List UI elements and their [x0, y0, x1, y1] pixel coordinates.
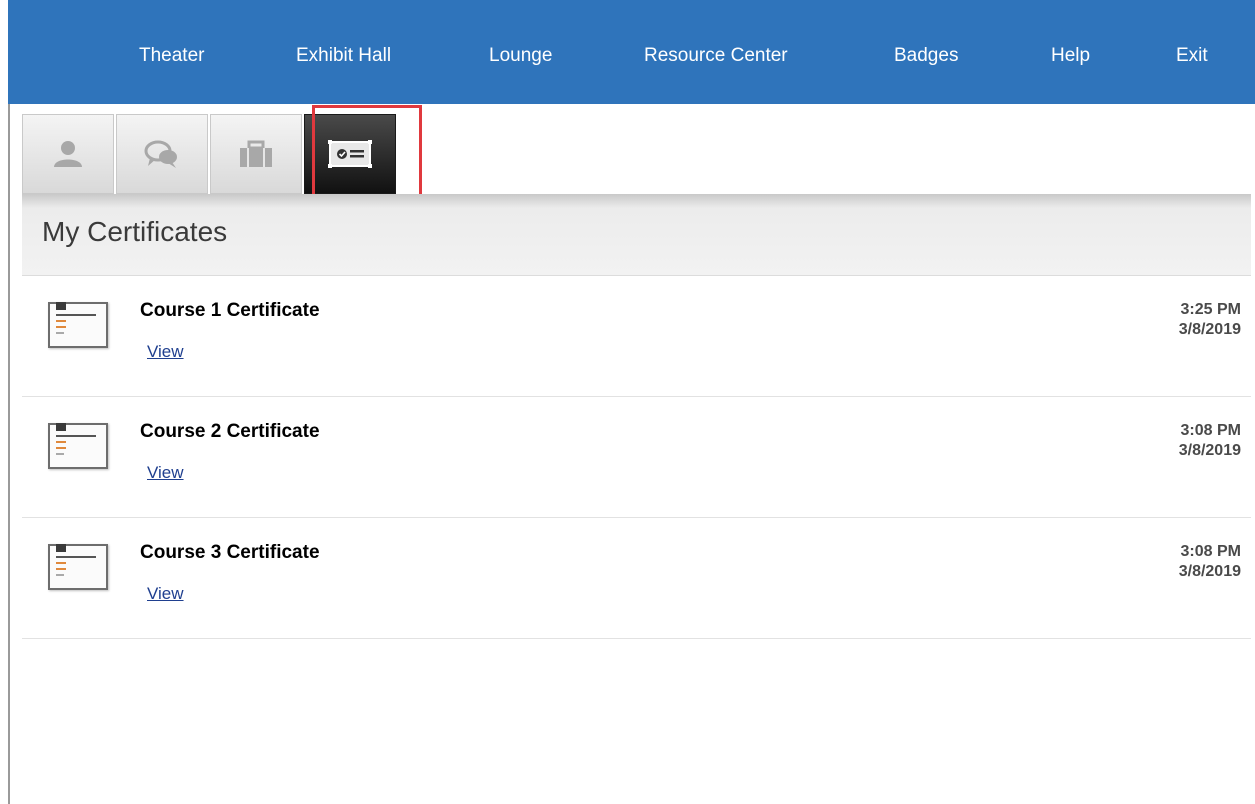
certificate-date: 3/8/2019 — [1178, 563, 1241, 580]
nav-lounge[interactable]: Lounge — [489, 45, 552, 67]
certificate-title: Course 3 Certificate — [140, 542, 320, 563]
view-link[interactable]: View — [147, 342, 184, 362]
nav-help[interactable]: Help — [1051, 45, 1090, 67]
page-title: My Certificates — [42, 216, 228, 247]
list-item: Course 1 Certificate View 3:25 PM 3/8/20… — [22, 276, 1251, 397]
certificate-date: 3/8/2019 — [1178, 442, 1241, 459]
certificate-time: 3:25 PM — [1180, 301, 1241, 318]
certificate-timestamp: 3:08 PM 3/8/2019 — [1179, 542, 1241, 582]
certificate-thumbnail-icon — [48, 302, 108, 348]
view-link[interactable]: View — [147, 584, 184, 604]
tab-chat[interactable] — [116, 114, 208, 194]
certificate-date: 3/8/2019 — [1178, 321, 1241, 338]
list-item: Course 3 Certificate View 3:08 PM 3/8/20… — [22, 518, 1251, 639]
certificate-thumbnail-icon — [48, 544, 108, 590]
tab-briefcase[interactable] — [210, 114, 302, 194]
top-navigation-bar: Theater Exhibit Hall Lounge Resource Cen… — [8, 0, 1255, 104]
section-header: My Certificates — [22, 194, 1251, 276]
nav-theater[interactable]: Theater — [139, 45, 204, 67]
list-item: Course 2 Certificate View 3:08 PM 3/8/20… — [22, 397, 1251, 518]
certificate-timestamp: 3:08 PM 3/8/2019 — [1179, 421, 1241, 461]
nav-exit[interactable]: Exit — [1176, 45, 1208, 67]
certificate-list: Course 1 Certificate View 3:25 PM 3/8/20… — [22, 276, 1251, 639]
certificate-time: 3:08 PM — [1180, 422, 1241, 439]
nav-exhibit-hall[interactable]: Exhibit Hall — [296, 45, 391, 67]
main-panel: My Certificates Course 1 Certificate Vie… — [8, 104, 1255, 804]
icon-tab-strip — [22, 105, 1251, 202]
certificate-title: Course 2 Certificate — [140, 421, 320, 442]
view-link[interactable]: View — [147, 463, 184, 483]
tab-profile[interactable] — [22, 114, 114, 194]
tab-certificates[interactable] — [304, 114, 396, 194]
briefcase-icon — [240, 140, 272, 167]
chat-bubbles-icon — [144, 140, 177, 168]
certificate-time: 3:08 PM — [1180, 543, 1241, 560]
user-profile-icon — [54, 141, 82, 167]
certificate-icon — [328, 140, 372, 168]
certificate-thumbnail-icon — [48, 423, 108, 469]
certificate-title: Course 1 Certificate — [140, 300, 320, 321]
nav-badges[interactable]: Badges — [894, 45, 958, 67]
certificate-timestamp: 3:25 PM 3/8/2019 — [1179, 300, 1241, 340]
nav-resource-center[interactable]: Resource Center — [644, 45, 788, 67]
